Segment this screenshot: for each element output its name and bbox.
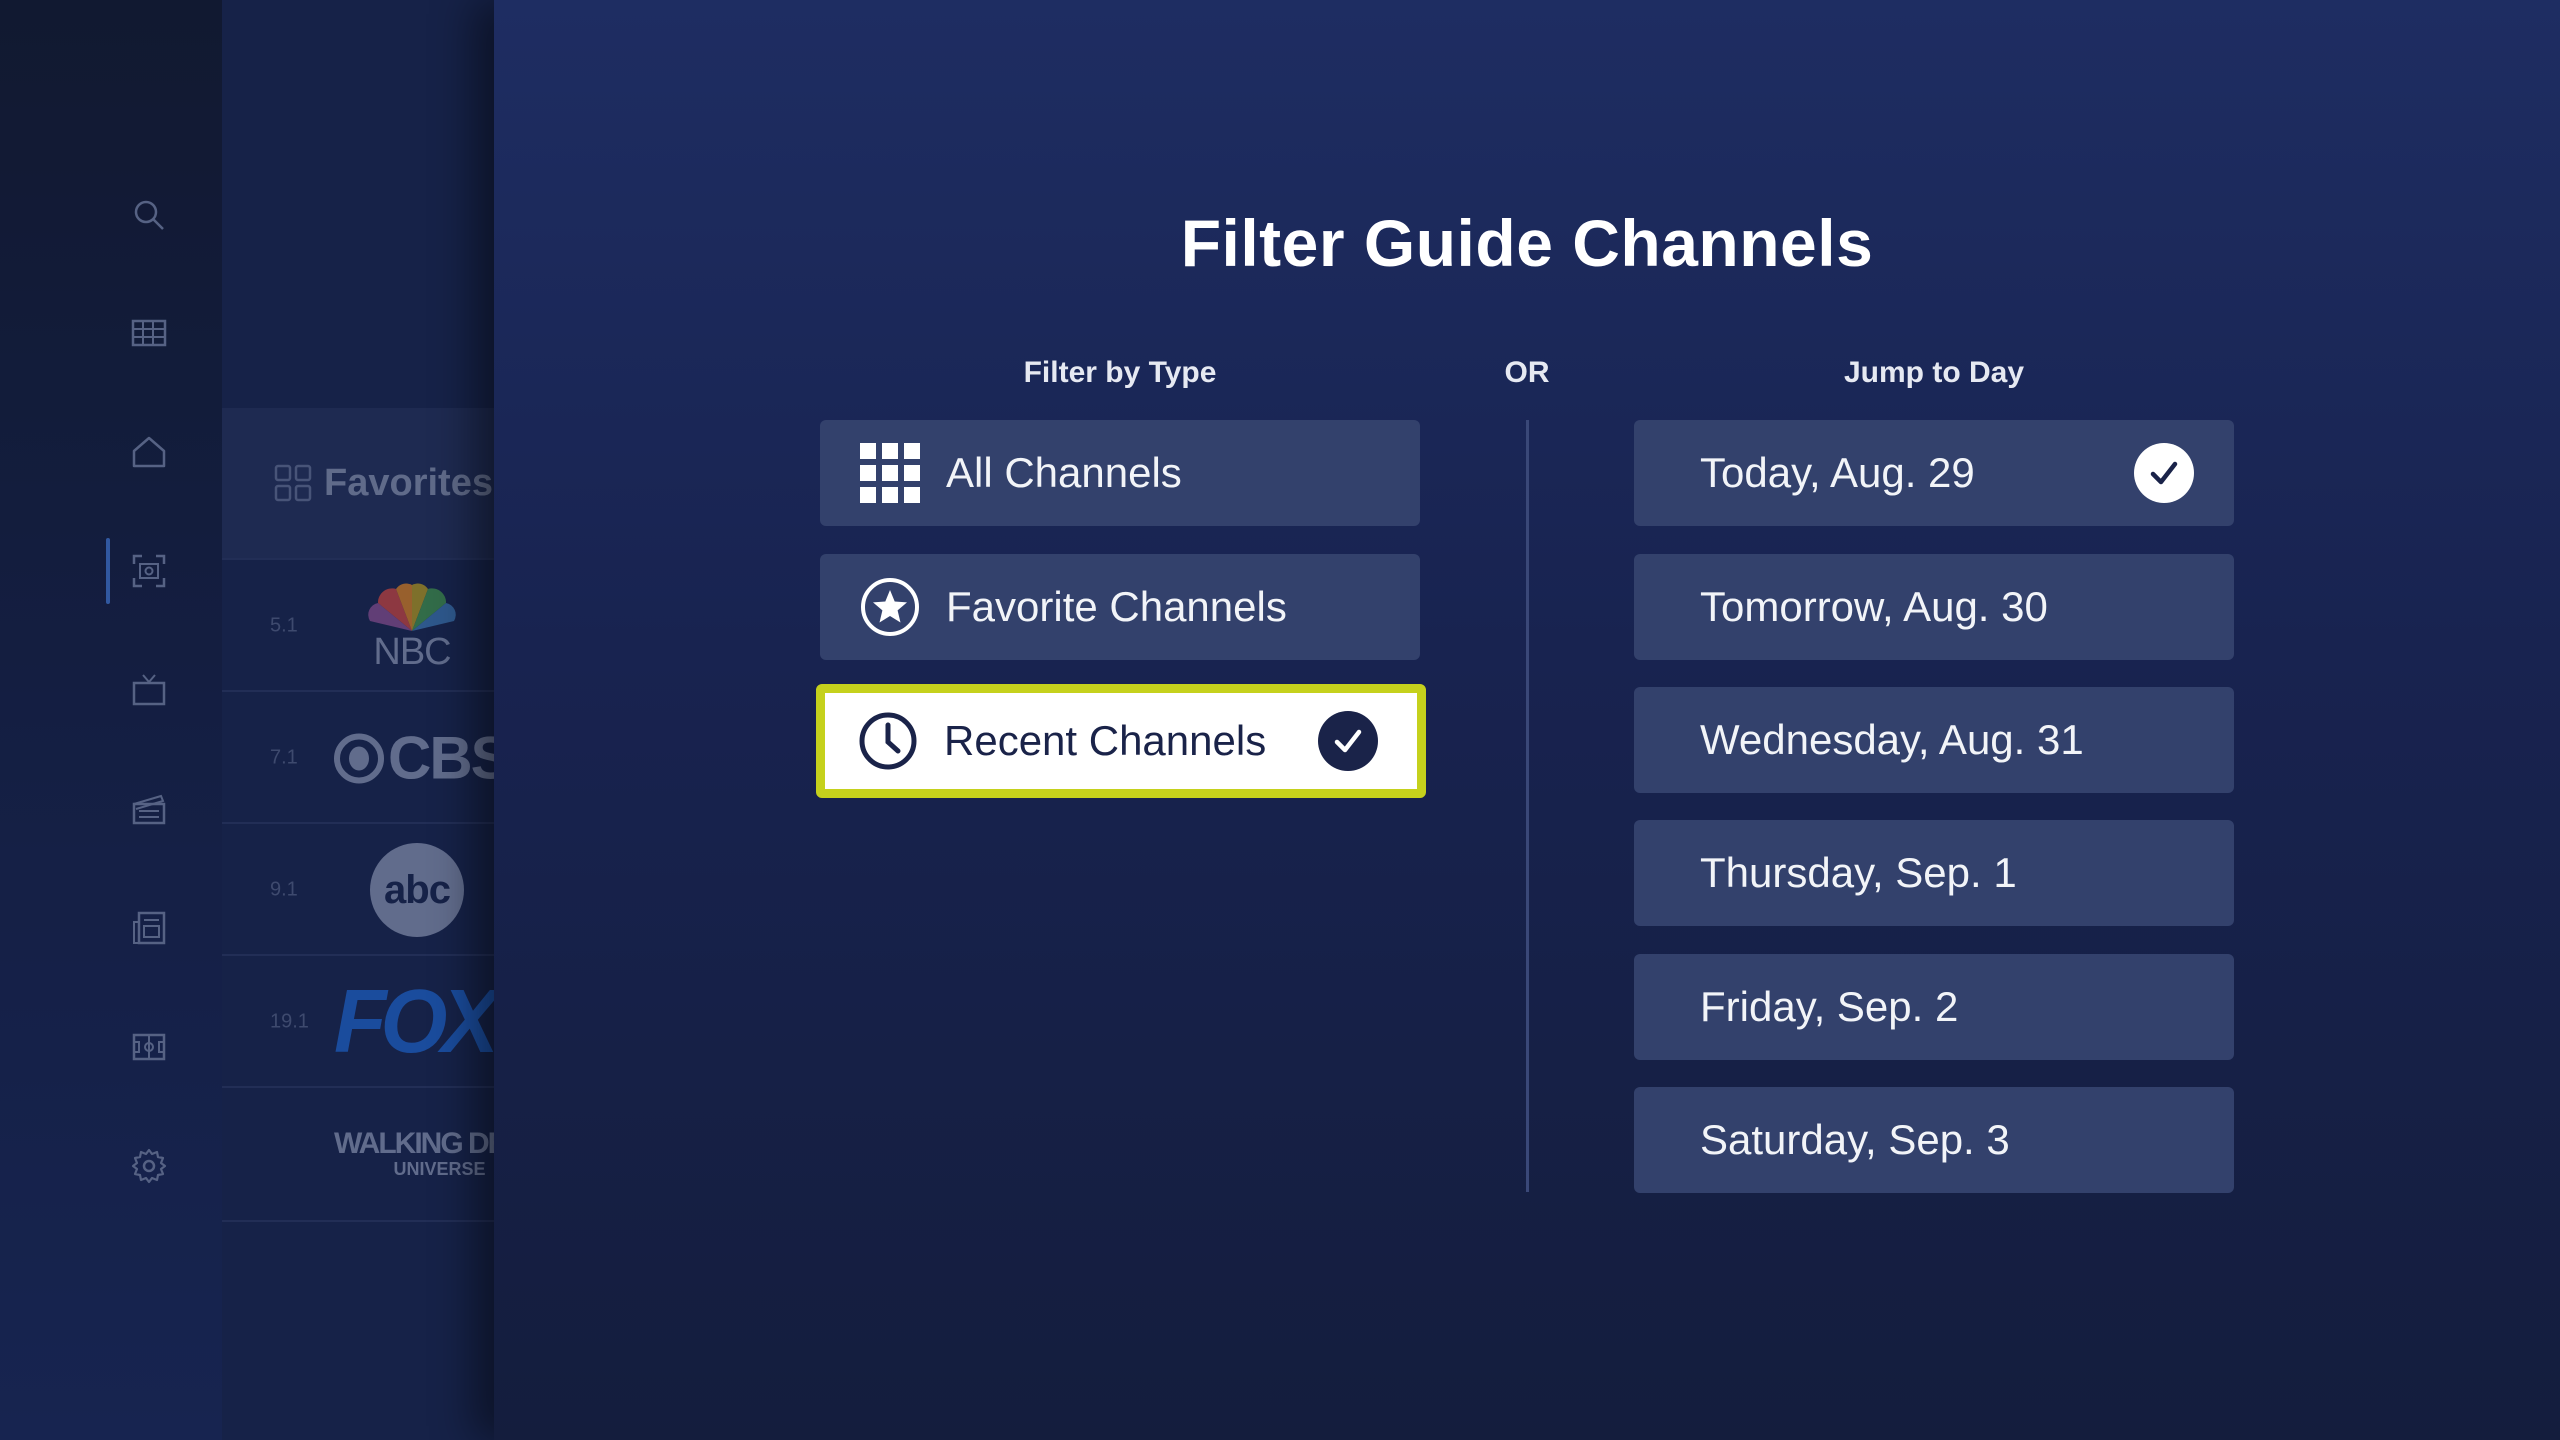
jump-to-day-heading: Jump to Day <box>1843 356 2025 389</box>
filter-by-type-heading: Filter by Type <box>1023 356 1217 389</box>
filter-panel: Filter Guide Channels Filter by Type OR … <box>494 0 2560 1440</box>
day-option-friday[interactable]: Friday, Sep. 2 <box>1634 954 2234 1060</box>
all-channels-option[interactable]: All Channels <box>820 420 1420 526</box>
clock-icon <box>858 711 918 771</box>
day-option-wednesday[interactable]: Wednesday, Aug. 31 <box>1634 687 2234 793</box>
option-label: Tomorrow, Aug. 30 <box>1700 583 2048 630</box>
selected-check-icon <box>1318 711 1378 771</box>
or-label: OR <box>1504 356 1550 389</box>
selected-check-icon <box>2134 443 2194 503</box>
option-label: Wednesday, Aug. 31 <box>1700 716 2084 763</box>
day-option-tomorrow[interactable]: Tomorrow, Aug. 30 <box>1634 554 2234 660</box>
option-label: Thursday, Sep. 1 <box>1700 849 2017 896</box>
day-option-today[interactable]: Today, Aug. 29 <box>1634 420 2234 526</box>
column-divider <box>1526 420 1529 1192</box>
option-label: Today, Aug. 29 <box>1700 449 1975 496</box>
favorite-channels-option[interactable]: Favorite Channels <box>820 554 1420 660</box>
grid-icon <box>860 443 920 503</box>
option-label: All Channels <box>946 449 1182 496</box>
option-label: Recent Channels <box>944 717 1267 764</box>
panel-title: Filter Guide Channels <box>1180 206 1874 280</box>
option-label: Saturday, Sep. 3 <box>1700 1116 2010 1163</box>
recent-channels-option[interactable]: Recent Channels <box>816 684 1426 798</box>
star-circle-icon <box>860 577 920 637</box>
option-label: Friday, Sep. 2 <box>1700 983 1959 1030</box>
day-option-saturday[interactable]: Saturday, Sep. 3 <box>1634 1087 2234 1193</box>
day-option-thursday[interactable]: Thursday, Sep. 1 <box>1634 820 2234 926</box>
option-label: Favorite Channels <box>946 583 1287 630</box>
background-dim <box>0 0 494 1440</box>
